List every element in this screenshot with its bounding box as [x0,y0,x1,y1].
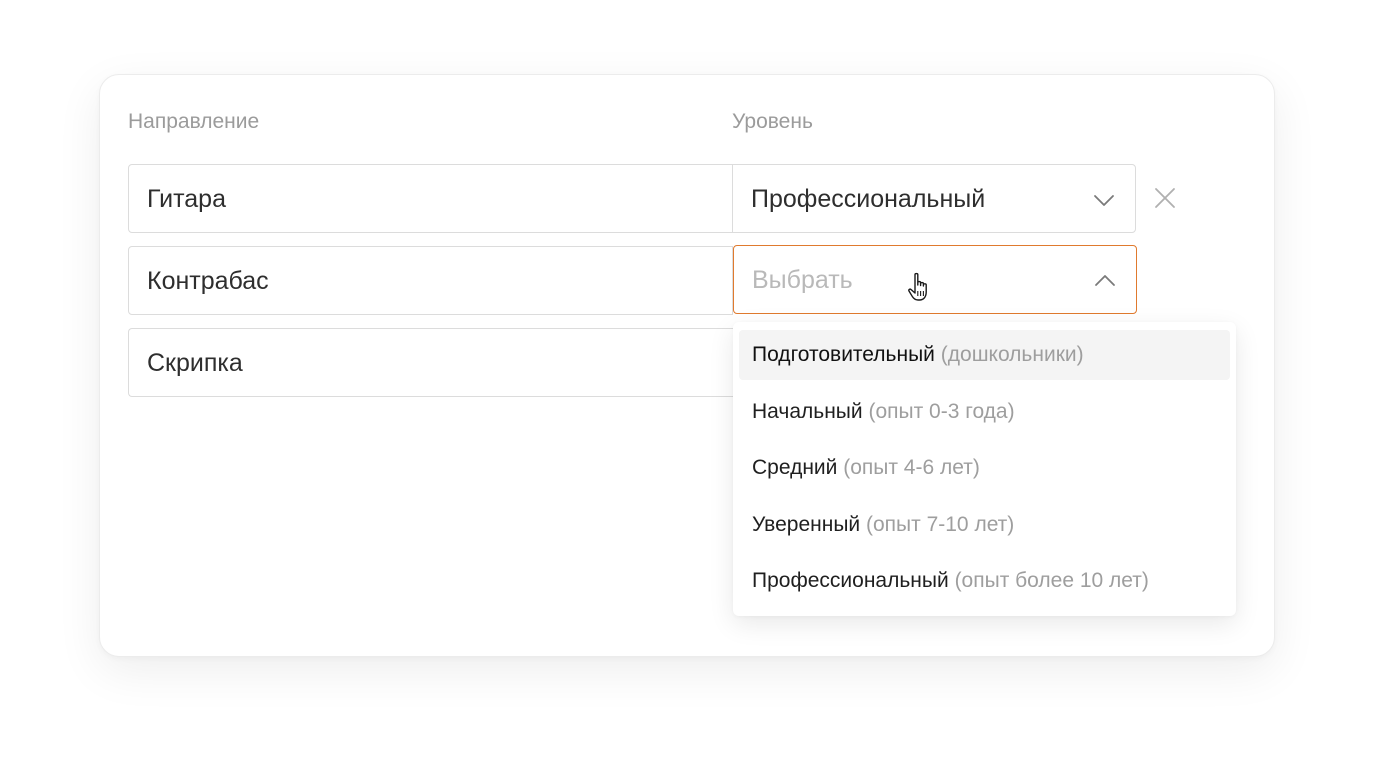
option-label: Начальный [752,400,863,423]
level-select-placeholder: Выбрать [752,266,853,294]
level-column-label: Уровень [732,110,813,133]
hand-pointer-icon [908,272,927,301]
level-select-value: Профессиональный [751,185,986,213]
option-label: Профессиональный [752,569,949,592]
option-label: Уверенный [752,513,861,536]
level-select-row-2[interactable]: Выбрать [733,245,1137,314]
direction-column-label: Направление [128,110,260,133]
option-hint: (опыт более 10 лет) [954,569,1149,592]
dropdown-option[interactable]: Средний (опыт 4-6 лет) [739,443,1230,493]
option-hint: (опыт 7-10 лет) [865,513,1015,536]
option-hint: (дошкольники) [940,343,1084,366]
dropdown-option[interactable]: Уверенный (опыт 7-10 лет) [739,500,1230,550]
close-icon[interactable] [1153,186,1177,210]
dropdown-option[interactable]: Профессиональный (опыт более 10 лет) [739,556,1230,606]
chevron-up-icon [1095,275,1115,286]
level-select-row-1[interactable]: Профессиональный [732,164,1136,233]
direction-input-row-2[interactable]: Контрабас [128,246,733,315]
option-label: Средний [752,456,838,479]
option-label: Подготовительный [752,343,935,366]
chevron-down-icon [1094,195,1114,206]
dropdown-option[interactable]: Начальный (опыт 0-3 года) [739,387,1230,437]
option-hint: (опыт 4-6 лет) [843,456,980,479]
option-hint: (опыт 0-3 года) [868,400,1015,423]
direction-input-row-1[interactable]: Гитара [128,164,733,233]
direction-input-row-3[interactable]: Скрипка [128,328,733,397]
level-dropdown-menu: Подготовительный (дошкольники) Начальный… [733,322,1236,616]
dropdown-option[interactable]: Подготовительный (дошкольники) [739,330,1230,380]
